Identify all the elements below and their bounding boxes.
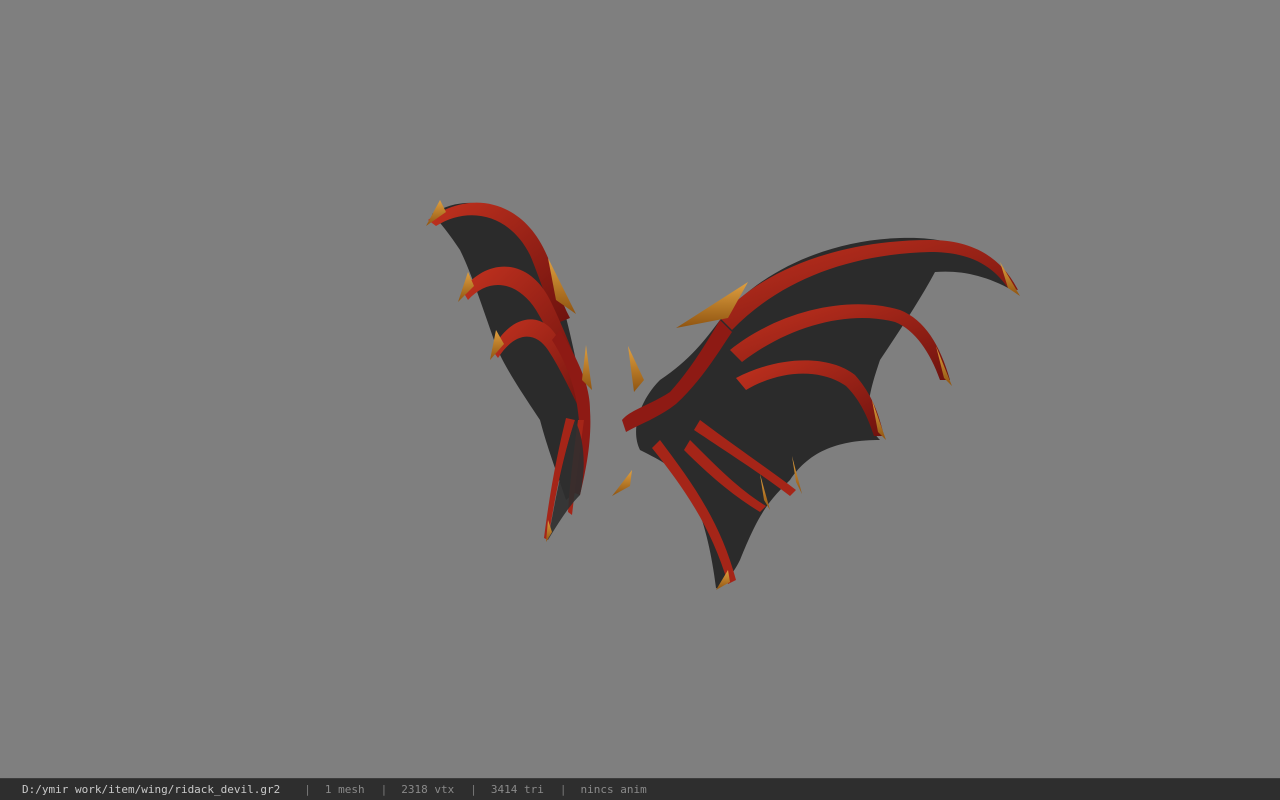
right-wing-claw-7 <box>612 470 632 496</box>
wing-model-render[interactable] <box>0 0 1280 778</box>
vertex-count-label: 2318 vtx <box>401 783 455 796</box>
right-wing-membrane <box>636 237 1012 589</box>
status-separator: | <box>380 783 388 796</box>
animation-status-label: nincs anim <box>580 783 647 796</box>
status-separator: | <box>559 783 567 796</box>
3d-viewport[interactable] <box>0 0 1280 778</box>
status-bar: D:/ymir work/item/wing/ridack_devil.gr2 … <box>0 778 1280 800</box>
status-separator: | <box>304 783 311 796</box>
status-separator: | <box>470 783 477 796</box>
right-wing-spike-side <box>628 346 644 392</box>
left-wing <box>426 200 592 542</box>
mesh-count-label: 1 mesh <box>324 783 365 796</box>
right-wing <box>612 237 1020 590</box>
triangle-count-label: 3414 tri <box>490 783 544 796</box>
file-path-label: D:/ymir work/item/wing/ridack_devil.gr2 <box>22 783 281 796</box>
